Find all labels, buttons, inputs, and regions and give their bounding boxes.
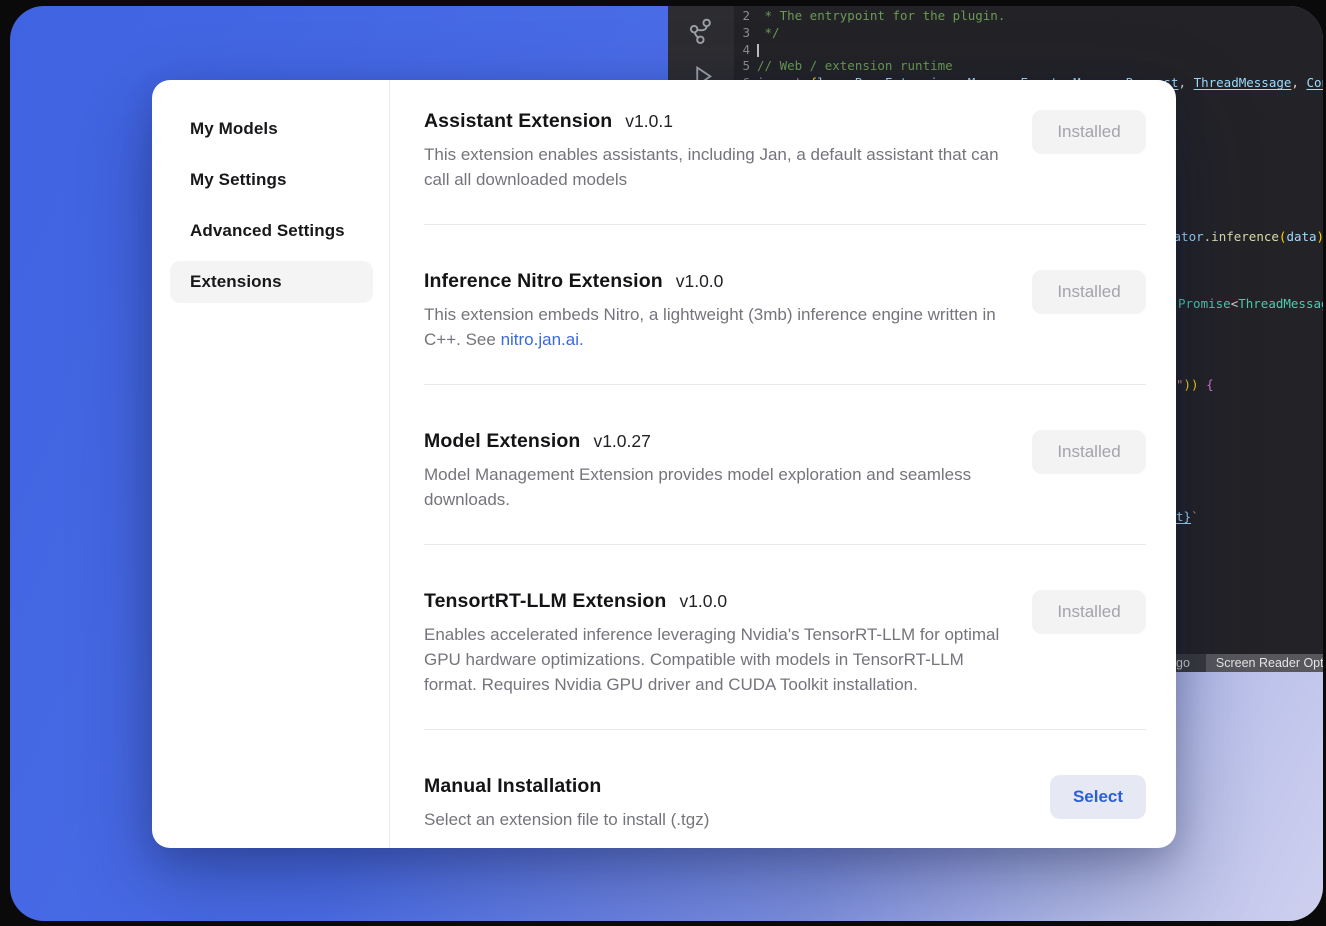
- sidebar-item-label: Extensions: [190, 272, 282, 292]
- extension-name: Inference Nitro Extension: [424, 270, 663, 293]
- installed-button: Installed: [1032, 270, 1146, 314]
- extension-list: Assistant Extension v1.0.1 This extension …: [390, 80, 1176, 848]
- sidebar-item-label: My Settings: [190, 170, 287, 190]
- code-token: ,: [1179, 75, 1194, 90]
- line-number: 3: [734, 25, 750, 42]
- extension-heading: Assistant Extension v1.0.1: [424, 110, 1006, 133]
- screen-reader-optimized-badge[interactable]: Screen Reader Optimized: [1206, 654, 1323, 672]
- code-line: 2 * The entrypoint for the plugin.: [734, 8, 1323, 25]
- settings-modal: My Models My Settings Advanced Settings Ext…: [152, 80, 1176, 848]
- code-token: */: [757, 25, 780, 40]
- extension-heading: Inference Nitro Extension v1.0.0: [424, 270, 1006, 293]
- hero-card: 2 * The entrypoint for the plugin.3 */45…: [10, 6, 1323, 921]
- settings-sidebar: My Models My Settings Advanced Settings Ext…: [152, 80, 390, 848]
- extension-description: Select an extension file to install (.tg…: [424, 807, 709, 832]
- code-line-text: // Web / extension runtime: [757, 58, 953, 75]
- code-token: inference: [1211, 229, 1279, 244]
- extension-row: Assistant Extension v1.0.1 This extension …: [424, 104, 1146, 225]
- code-token: data: [1286, 229, 1316, 244]
- code-token: ,: [1291, 75, 1306, 90]
- sidebar-item-my-settings[interactable]: My Settings: [170, 159, 373, 201]
- extension-description: This extension embeds Nitro, a lightweig…: [424, 302, 1006, 352]
- code-line-text: * The entrypoint for the plugin.: [757, 8, 1005, 25]
- extension-info: Model Extension v1.0.27 Model Management E…: [424, 430, 1006, 512]
- extension-name: Manual Installation: [424, 775, 601, 798]
- extension-info: TensortRT-LLM Extension v1.0.0 Enables acc…: [424, 590, 1006, 697]
- extension-description: Enables accelerated inference leveraging…: [424, 622, 1006, 697]
- status-text: go: [1176, 656, 1190, 670]
- extension-info: Assistant Extension v1.0.1 This extension …: [424, 110, 1006, 192]
- code-token: t}: [1176, 509, 1191, 524]
- code-token: ContentType: [1306, 75, 1323, 90]
- line-number: 2: [734, 8, 750, 25]
- code-token: `: [1191, 509, 1199, 524]
- code-fragment: t}`: [1176, 509, 1199, 526]
- extension-heading: TensortRT-LLM Extension v1.0.0: [424, 590, 1006, 613]
- code-token: // Web / extension runtime: [757, 58, 953, 73]
- extension-version: v1.0.0: [679, 591, 727, 612]
- extension-heading: Model Extension v1.0.27: [424, 430, 1006, 453]
- source-control-icon[interactable]: [686, 16, 716, 46]
- select-button[interactable]: Select: [1050, 775, 1146, 819]
- code-token: Promise: [1178, 296, 1231, 311]
- extension-version: v1.0.0: [676, 271, 724, 292]
- code-line-text: */: [757, 25, 780, 42]
- code-line: 4: [734, 42, 1323, 59]
- code-line: 5 // Web / extension runtime: [734, 58, 1323, 75]
- sidebar-item-advanced-settings[interactable]: Advanced Settings: [170, 210, 373, 252]
- extension-row: Inference Nitro Extension v1.0.0 This exte…: [424, 225, 1146, 385]
- sidebar-item-extensions[interactable]: Extensions: [170, 261, 373, 303]
- extension-description: Model Management Extension provides mode…: [424, 462, 1006, 512]
- extension-version: v1.0.1: [625, 111, 673, 132]
- installed-button: Installed: [1032, 430, 1146, 474]
- code-token: {: [1199, 377, 1214, 392]
- extension-row: Model Extension v1.0.27 Model Management E…: [424, 385, 1146, 545]
- extension-row: TensortRT-LLM Extension v1.0.0 Enables acc…: [424, 545, 1146, 730]
- code-fragment: ")) {: [1176, 377, 1214, 394]
- extension-name: Assistant Extension: [424, 110, 612, 133]
- sidebar-item-label: Advanced Settings: [190, 221, 345, 241]
- code-fragment: rator.inference(data));: [1166, 229, 1323, 246]
- extension-name: TensortRT-LLM Extension: [424, 590, 666, 613]
- extension-version: v1.0.27: [593, 431, 650, 452]
- code-token: ThreadMessage: [1194, 75, 1292, 90]
- extension-description: This extension enables assistants, inclu…: [424, 142, 1006, 192]
- line-number: 4: [734, 42, 750, 59]
- text-cursor: [757, 44, 759, 57]
- extension-info: Manual Installation Select an extension f…: [424, 775, 709, 832]
- sidebar-item-my-models[interactable]: My Models: [170, 108, 373, 150]
- extension-name: Model Extension: [424, 430, 580, 453]
- code-token: )): [1317, 229, 1323, 244]
- code-token: ThreadMessage: [1238, 296, 1323, 311]
- code-line-text: [757, 42, 759, 59]
- extension-info: Inference Nitro Extension v1.0.0 This exte…: [424, 270, 1006, 352]
- line-number: 5: [734, 58, 750, 75]
- sidebar-item-label: My Models: [190, 119, 278, 139]
- installed-button: Installed: [1032, 590, 1146, 634]
- extension-heading: Manual Installation: [424, 775, 709, 798]
- code-token: ": [1176, 377, 1184, 392]
- code-token: )): [1184, 377, 1199, 392]
- extension-link[interactable]: nitro.jan.ai.: [501, 330, 584, 349]
- code-fragment: Promise<ThreadMessage>: [1178, 296, 1323, 313]
- code-line: 3 */: [734, 25, 1323, 42]
- extension-row: Manual Installation Select an extension f…: [424, 730, 1146, 844]
- code-token: * The entrypoint for the plugin.: [757, 8, 1005, 23]
- installed-button: Installed: [1032, 110, 1146, 154]
